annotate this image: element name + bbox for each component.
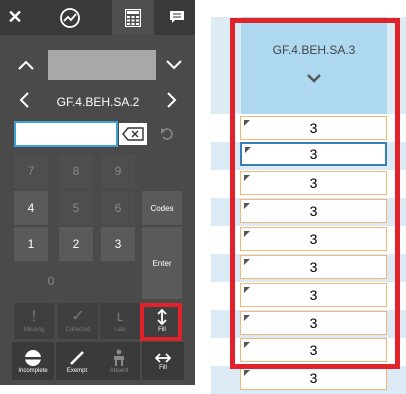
chevron-down-icon[interactable] (241, 67, 387, 88)
score-cell[interactable]: 3 (240, 366, 387, 390)
score-value: 3 (309, 315, 318, 331)
absent-label: Absent (109, 367, 129, 374)
score-cell-selected[interactable]: 3 (240, 142, 387, 166)
score-value: 3 (309, 342, 318, 358)
column-header[interactable]: GF.4.BEH.SA.3 (241, 17, 387, 114)
cell-flag-icon (244, 287, 250, 293)
enter-button[interactable]: Enter (142, 227, 182, 299)
grid-view-button[interactable] (112, 0, 154, 35)
key-4[interactable]: 4 (14, 191, 48, 225)
codes-button[interactable]: Codes (142, 191, 182, 225)
score-cell[interactable]: 3 (240, 311, 387, 335)
next-student-button[interactable] (160, 51, 188, 79)
late-label: Late (114, 327, 126, 333)
backspace-icon (122, 127, 144, 141)
score-cell[interactable]: 3 (240, 227, 387, 251)
chevron-up-icon (18, 60, 34, 70)
cell-flag-icon (244, 231, 250, 237)
incomplete-icon (25, 349, 41, 366)
previous-student-button[interactable] (12, 51, 40, 79)
trend-chart-icon (60, 7, 80, 28)
fill-down-button[interactable]: Fill (142, 303, 182, 339)
incomplete-button[interactable]: Incomplete (12, 342, 54, 380)
exempt-button[interactable]: Exempt (56, 342, 98, 380)
collected-label: Collected (65, 327, 91, 333)
late-button[interactable]: ʟ Late (100, 303, 140, 339)
cell-flag-icon (244, 120, 250, 126)
fill-across-label: Fill (159, 364, 167, 371)
chevron-left-icon (19, 92, 29, 108)
fill-across-button[interactable]: Fill (142, 342, 184, 380)
close-icon: ✕ (7, 7, 23, 27)
key-1[interactable]: 1 (14, 227, 48, 261)
undo-button[interactable] (152, 123, 182, 145)
key-3[interactable]: 3 (101, 227, 135, 261)
cell-flag-icon (244, 342, 250, 348)
cell-flag-icon (244, 203, 250, 209)
chart-button[interactable] (52, 0, 88, 35)
score-input[interactable] (14, 121, 118, 147)
missing-label: Missing (23, 327, 45, 333)
horizontal-arrows-icon (155, 352, 171, 363)
score-value: 3 (309, 259, 318, 275)
comment-button[interactable] (158, 0, 195, 35)
exclamation-icon: ! (31, 308, 37, 325)
comment-icon (169, 11, 184, 23)
backspace-button[interactable] (119, 123, 147, 145)
column-header-label: GF.4.BEH.SA.3 (272, 43, 356, 57)
undo-icon (161, 128, 173, 140)
key-9[interactable]: 9 (101, 154, 135, 188)
score-cell[interactable]: 3 (240, 116, 387, 140)
key-7[interactable]: 7 (14, 154, 48, 188)
key-0[interactable]: 0 (14, 264, 88, 298)
fill-label: Fill (158, 327, 166, 333)
score-value: 3 (309, 146, 318, 162)
score-value: 3 (309, 231, 318, 247)
score-cell[interactable]: 3 (240, 171, 387, 195)
collected-button[interactable]: ✓ Collected (58, 303, 98, 339)
score-cell[interactable]: 3 (240, 255, 387, 279)
score-value: 3 (309, 175, 318, 191)
key-8[interactable]: 8 (59, 154, 93, 188)
cell-flag-icon (244, 259, 250, 265)
student-name-box (48, 50, 156, 80)
vertical-arrows-icon (157, 309, 167, 325)
score-cell[interactable]: 3 (240, 283, 387, 307)
cell-flag-icon (244, 175, 250, 181)
incomplete-label: Incomplete (18, 367, 48, 374)
missing-button[interactable]: ! Missing (14, 303, 54, 339)
standard-label: GF.4.BEH.SA.2 (56, 95, 140, 109)
late-icon: ʟ (116, 308, 124, 325)
score-cell[interactable]: 3 (240, 338, 387, 362)
exempt-slash-icon (70, 350, 84, 365)
keypad-toolbar: ✕ (0, 0, 195, 35)
cell-flag-icon (244, 370, 250, 376)
score-value: 3 (309, 287, 318, 303)
chevron-down-icon (166, 60, 182, 70)
chevron-right-icon (167, 92, 177, 108)
cell-flag-icon (244, 315, 250, 321)
cell-flag-icon (245, 147, 251, 153)
grid-top-space (211, 0, 406, 17)
absent-button[interactable]: Absent (98, 342, 140, 380)
next-standard-button[interactable] (158, 86, 186, 114)
key-2[interactable]: 2 (59, 227, 93, 261)
score-value: 3 (309, 203, 318, 219)
close-button[interactable]: ✕ (0, 0, 30, 35)
score-value: 3 (309, 120, 318, 136)
key-6[interactable]: 6 (101, 191, 135, 225)
absent-desk-icon (114, 349, 124, 366)
score-value: 3 (309, 370, 318, 386)
score-cell[interactable]: 3 (240, 199, 387, 223)
calculator-grid-icon (125, 8, 141, 27)
exempt-label: Exempt (66, 367, 88, 374)
key-5[interactable]: 5 (59, 191, 93, 225)
checkmark-icon: ✓ (71, 308, 85, 325)
keypad-panel: ✕ GF.4.BEH.SA.2 7 8 9 4 5 6 Codes 1 2 3 … (0, 0, 195, 385)
